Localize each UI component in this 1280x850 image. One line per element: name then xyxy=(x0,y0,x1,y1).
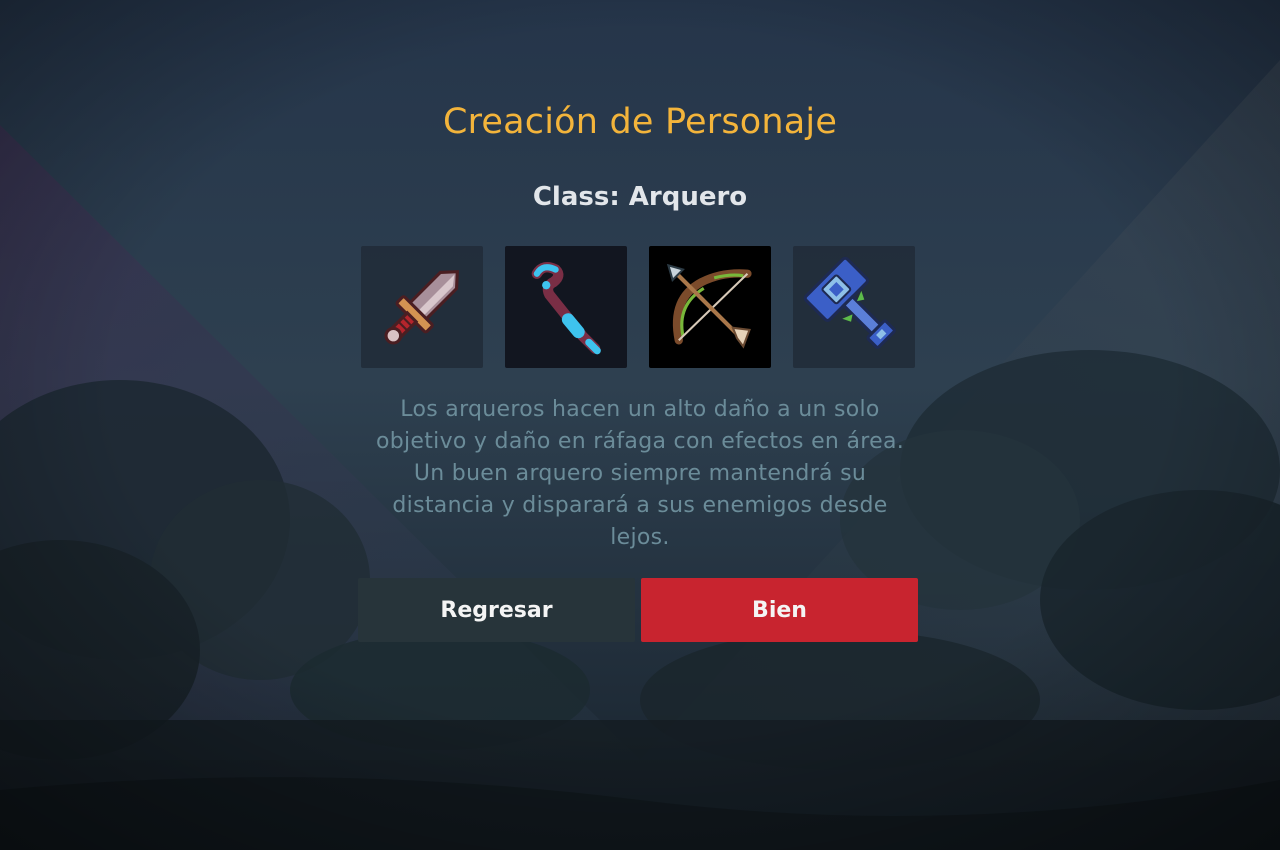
action-buttons: Regresar Bien xyxy=(358,578,918,642)
weapon-slot-hammer[interactable] xyxy=(793,246,915,368)
weapon-slot-bow[interactable] xyxy=(649,246,771,368)
weapon-selector xyxy=(361,246,915,368)
page-title: Creación de Personaje xyxy=(442,102,838,142)
confirm-button[interactable]: Bien xyxy=(641,578,918,642)
back-button[interactable]: Regresar xyxy=(358,578,635,642)
class-description: Los arqueros hacen un alto daño a un sol… xyxy=(375,397,905,550)
weapon-slot-staff[interactable] xyxy=(505,246,627,368)
sword-icon xyxy=(384,270,459,345)
staff-icon xyxy=(531,262,601,355)
weapon-slot-sword[interactable] xyxy=(361,246,483,368)
hammer-icon xyxy=(803,256,896,349)
character-creation-screen: Creación de Personaje Class: Arquero Los… xyxy=(0,0,1280,850)
bow-icon xyxy=(666,263,752,349)
class-label: Class: Arquero xyxy=(532,182,748,212)
